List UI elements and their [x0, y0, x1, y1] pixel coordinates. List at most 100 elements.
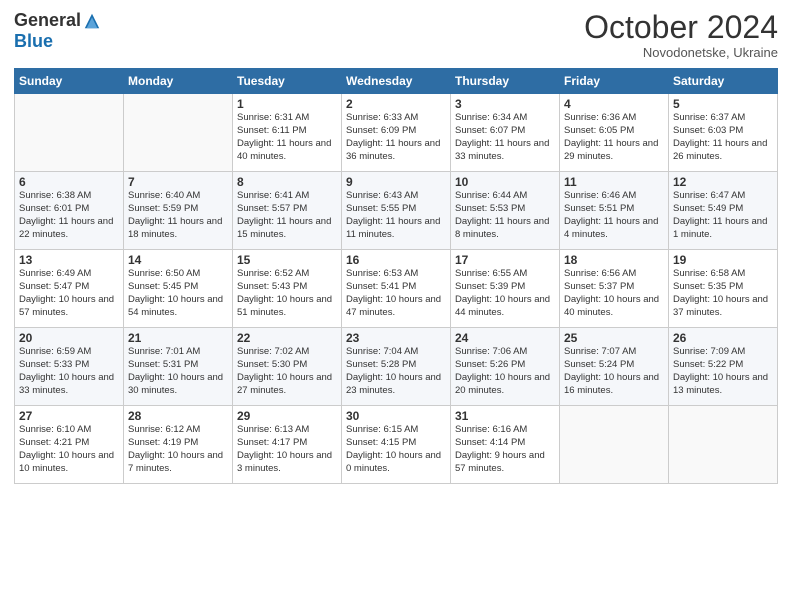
day-number: 30 — [346, 409, 446, 423]
calendar-cell: 5Sunrise: 6:37 AM Sunset: 6:03 PM Daylig… — [669, 94, 778, 172]
day-info: Sunrise: 6:10 AM Sunset: 4:21 PM Dayligh… — [19, 424, 119, 475]
day-number: 8 — [237, 175, 337, 189]
day-info: Sunrise: 7:01 AM Sunset: 5:31 PM Dayligh… — [128, 346, 228, 397]
weekday-header-monday: Monday — [124, 69, 233, 94]
weekday-header-tuesday: Tuesday — [233, 69, 342, 94]
day-info: Sunrise: 6:31 AM Sunset: 6:11 PM Dayligh… — [237, 112, 337, 163]
logo-blue-text: Blue — [14, 31, 53, 52]
day-info: Sunrise: 6:40 AM Sunset: 5:59 PM Dayligh… — [128, 190, 228, 241]
calendar-cell: 10Sunrise: 6:44 AM Sunset: 5:53 PM Dayli… — [451, 172, 560, 250]
weekday-header-wednesday: Wednesday — [342, 69, 451, 94]
day-info: Sunrise: 6:56 AM Sunset: 5:37 PM Dayligh… — [564, 268, 664, 319]
day-number: 26 — [673, 331, 773, 345]
day-number: 24 — [455, 331, 555, 345]
calendar-cell: 25Sunrise: 7:07 AM Sunset: 5:24 PM Dayli… — [560, 328, 669, 406]
day-number: 22 — [237, 331, 337, 345]
day-number: 31 — [455, 409, 555, 423]
calendar-cell — [560, 406, 669, 484]
calendar-cell: 28Sunrise: 6:12 AM Sunset: 4:19 PM Dayli… — [124, 406, 233, 484]
day-number: 14 — [128, 253, 228, 267]
month-title: October 2024 — [584, 10, 778, 45]
calendar-cell: 17Sunrise: 6:55 AM Sunset: 5:39 PM Dayli… — [451, 250, 560, 328]
calendar-cell: 22Sunrise: 7:02 AM Sunset: 5:30 PM Dayli… — [233, 328, 342, 406]
day-number: 11 — [564, 175, 664, 189]
calendar: SundayMondayTuesdayWednesdayThursdayFrid… — [14, 68, 778, 484]
calendar-cell: 7Sunrise: 6:40 AM Sunset: 5:59 PM Daylig… — [124, 172, 233, 250]
day-info: Sunrise: 6:59 AM Sunset: 5:33 PM Dayligh… — [19, 346, 119, 397]
calendar-cell: 12Sunrise: 6:47 AM Sunset: 5:49 PM Dayli… — [669, 172, 778, 250]
calendar-cell: 27Sunrise: 6:10 AM Sunset: 4:21 PM Dayli… — [15, 406, 124, 484]
calendar-cell: 26Sunrise: 7:09 AM Sunset: 5:22 PM Dayli… — [669, 328, 778, 406]
day-info: Sunrise: 6:50 AM Sunset: 5:45 PM Dayligh… — [128, 268, 228, 319]
day-info: Sunrise: 6:33 AM Sunset: 6:09 PM Dayligh… — [346, 112, 446, 163]
calendar-cell: 9Sunrise: 6:43 AM Sunset: 5:55 PM Daylig… — [342, 172, 451, 250]
day-number: 16 — [346, 253, 446, 267]
day-number: 17 — [455, 253, 555, 267]
calendar-cell: 16Sunrise: 6:53 AM Sunset: 5:41 PM Dayli… — [342, 250, 451, 328]
calendar-cell: 29Sunrise: 6:13 AM Sunset: 4:17 PM Dayli… — [233, 406, 342, 484]
day-number: 23 — [346, 331, 446, 345]
calendar-cell: 15Sunrise: 6:52 AM Sunset: 5:43 PM Dayli… — [233, 250, 342, 328]
calendar-cell: 6Sunrise: 6:38 AM Sunset: 6:01 PM Daylig… — [15, 172, 124, 250]
calendar-cell: 3Sunrise: 6:34 AM Sunset: 6:07 PM Daylig… — [451, 94, 560, 172]
day-info: Sunrise: 6:46 AM Sunset: 5:51 PM Dayligh… — [564, 190, 664, 241]
day-number: 19 — [673, 253, 773, 267]
day-info: Sunrise: 7:07 AM Sunset: 5:24 PM Dayligh… — [564, 346, 664, 397]
day-info: Sunrise: 7:02 AM Sunset: 5:30 PM Dayligh… — [237, 346, 337, 397]
day-info: Sunrise: 6:34 AM Sunset: 6:07 PM Dayligh… — [455, 112, 555, 163]
day-info: Sunrise: 6:37 AM Sunset: 6:03 PM Dayligh… — [673, 112, 773, 163]
day-info: Sunrise: 7:04 AM Sunset: 5:28 PM Dayligh… — [346, 346, 446, 397]
day-number: 12 — [673, 175, 773, 189]
day-number: 7 — [128, 175, 228, 189]
logo-icon — [83, 12, 101, 30]
calendar-cell: 11Sunrise: 6:46 AM Sunset: 5:51 PM Dayli… — [560, 172, 669, 250]
day-info: Sunrise: 6:58 AM Sunset: 5:35 PM Dayligh… — [673, 268, 773, 319]
day-number: 29 — [237, 409, 337, 423]
title-block: October 2024 Novodonetske, Ukraine — [584, 10, 778, 60]
calendar-cell: 19Sunrise: 6:58 AM Sunset: 5:35 PM Dayli… — [669, 250, 778, 328]
day-info: Sunrise: 6:49 AM Sunset: 5:47 PM Dayligh… — [19, 268, 119, 319]
calendar-cell: 2Sunrise: 6:33 AM Sunset: 6:09 PM Daylig… — [342, 94, 451, 172]
day-info: Sunrise: 6:43 AM Sunset: 5:55 PM Dayligh… — [346, 190, 446, 241]
day-info: Sunrise: 6:12 AM Sunset: 4:19 PM Dayligh… — [128, 424, 228, 475]
weekday-header-sunday: Sunday — [15, 69, 124, 94]
day-info: Sunrise: 7:09 AM Sunset: 5:22 PM Dayligh… — [673, 346, 773, 397]
day-info: Sunrise: 6:55 AM Sunset: 5:39 PM Dayligh… — [455, 268, 555, 319]
day-number: 9 — [346, 175, 446, 189]
day-info: Sunrise: 6:41 AM Sunset: 5:57 PM Dayligh… — [237, 190, 337, 241]
calendar-cell — [15, 94, 124, 172]
day-number: 21 — [128, 331, 228, 345]
day-number: 10 — [455, 175, 555, 189]
day-number: 6 — [19, 175, 119, 189]
day-info: Sunrise: 6:13 AM Sunset: 4:17 PM Dayligh… — [237, 424, 337, 475]
calendar-cell: 23Sunrise: 7:04 AM Sunset: 5:28 PM Dayli… — [342, 328, 451, 406]
day-number: 4 — [564, 97, 664, 111]
weekday-header-friday: Friday — [560, 69, 669, 94]
calendar-cell: 4Sunrise: 6:36 AM Sunset: 6:05 PM Daylig… — [560, 94, 669, 172]
day-number: 28 — [128, 409, 228, 423]
day-info: Sunrise: 6:53 AM Sunset: 5:41 PM Dayligh… — [346, 268, 446, 319]
calendar-cell: 8Sunrise: 6:41 AM Sunset: 5:57 PM Daylig… — [233, 172, 342, 250]
calendar-cell: 21Sunrise: 7:01 AM Sunset: 5:31 PM Dayli… — [124, 328, 233, 406]
calendar-cell: 24Sunrise: 7:06 AM Sunset: 5:26 PM Dayli… — [451, 328, 560, 406]
day-info: Sunrise: 6:15 AM Sunset: 4:15 PM Dayligh… — [346, 424, 446, 475]
weekday-header-thursday: Thursday — [451, 69, 560, 94]
weekday-header-saturday: Saturday — [669, 69, 778, 94]
logo-general-text: General — [14, 10, 81, 31]
calendar-cell — [124, 94, 233, 172]
day-number: 5 — [673, 97, 773, 111]
day-info: Sunrise: 6:36 AM Sunset: 6:05 PM Dayligh… — [564, 112, 664, 163]
calendar-cell: 18Sunrise: 6:56 AM Sunset: 5:37 PM Dayli… — [560, 250, 669, 328]
calendar-cell: 13Sunrise: 6:49 AM Sunset: 5:47 PM Dayli… — [15, 250, 124, 328]
day-number: 20 — [19, 331, 119, 345]
location: Novodonetske, Ukraine — [584, 45, 778, 60]
day-number: 15 — [237, 253, 337, 267]
day-number: 25 — [564, 331, 664, 345]
calendar-cell: 14Sunrise: 6:50 AM Sunset: 5:45 PM Dayli… — [124, 250, 233, 328]
day-number: 2 — [346, 97, 446, 111]
day-number: 13 — [19, 253, 119, 267]
day-info: Sunrise: 6:47 AM Sunset: 5:49 PM Dayligh… — [673, 190, 773, 241]
calendar-cell: 1Sunrise: 6:31 AM Sunset: 6:11 PM Daylig… — [233, 94, 342, 172]
day-info: Sunrise: 6:16 AM Sunset: 4:14 PM Dayligh… — [455, 424, 555, 475]
day-number: 1 — [237, 97, 337, 111]
